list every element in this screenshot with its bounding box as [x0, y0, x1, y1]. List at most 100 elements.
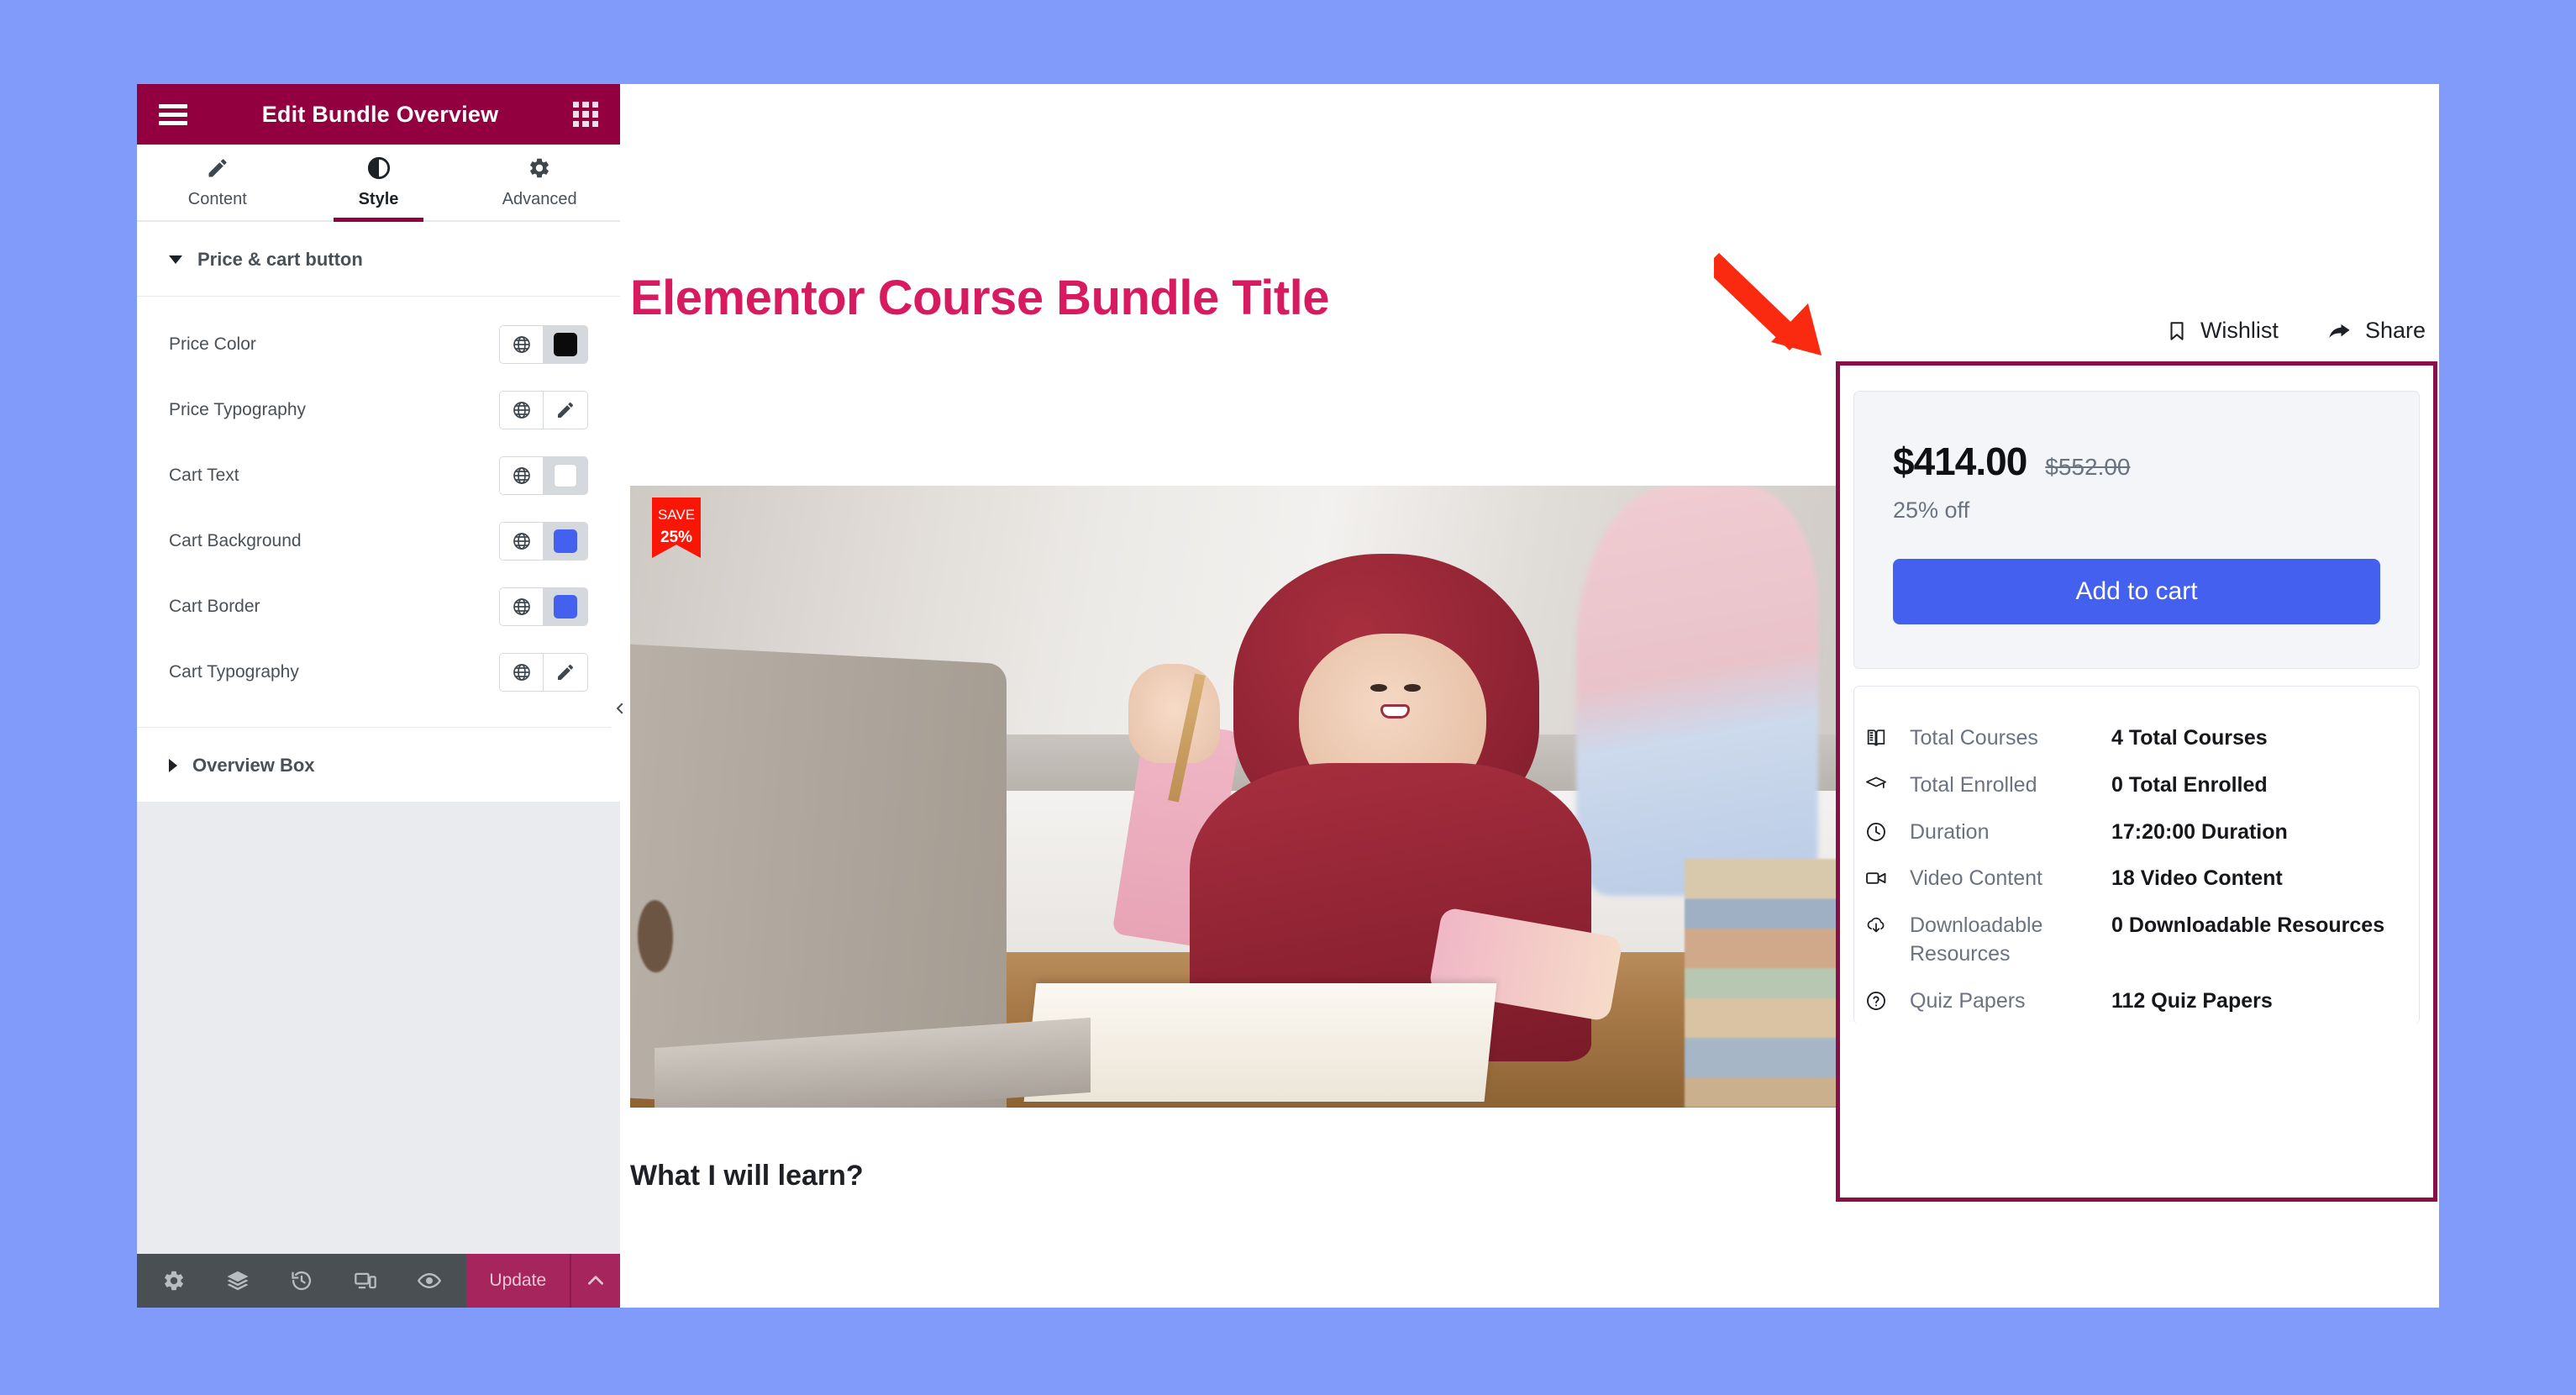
globe-icon[interactable] [500, 654, 544, 691]
discount-text: 25% off [1893, 497, 1970, 523]
video-camera-icon [1864, 865, 1910, 890]
tab-content-label: Content [187, 190, 247, 208]
control-row-price-typography: Price Typography [137, 377, 620, 443]
share-button[interactable]: Share [2326, 318, 2426, 344]
share-arrow-icon [2326, 318, 2353, 344]
control-widget [499, 653, 588, 692]
elementor-editor: Edit Bundle Overview Content Style Advan… [0, 0, 2576, 1395]
add-to-cart-button[interactable]: Add to cart [1893, 559, 2380, 624]
control-label: Cart Typography [169, 662, 299, 682]
share-label: Share [2364, 318, 2426, 343]
featured-image-photo [630, 486, 1843, 1108]
chevron-up-icon[interactable] [569, 1254, 620, 1308]
tab-advanced[interactable]: Advanced [459, 145, 620, 220]
meta-value: 0 Total Enrolled [2111, 772, 2268, 797]
page-title: Elementor Course Bundle Title [630, 271, 1330, 325]
control-widget [499, 325, 588, 364]
tab-advanced-label: Advanced [502, 190, 577, 208]
devices-icon[interactable] [334, 1254, 397, 1308]
gear-icon [528, 155, 551, 181]
tab-content[interactable]: Content [137, 145, 298, 220]
control-row-cart-background: Cart Background [137, 508, 620, 574]
meta-key: Total Enrolled [1910, 772, 2037, 797]
clock-icon [1864, 819, 1910, 844]
section-overview-box-label: Overview Box [192, 755, 315, 776]
control-row-price-color: Price Color [137, 312, 620, 377]
price-line: $414.00 $552.00 [1893, 439, 2380, 484]
open-book-icon [1864, 724, 1910, 750]
control-widget [499, 587, 588, 626]
globe-icon[interactable] [500, 326, 544, 363]
meta-row-video-content: Video Content 18 Video Content [1864, 855, 2409, 903]
pencil-edit-icon[interactable] [544, 392, 587, 429]
section-price-cart-button-label: Price & cart button [197, 249, 363, 270]
update-button[interactable]: Update [466, 1254, 570, 1308]
cloud-download-icon [1864, 912, 1910, 937]
control-label: Cart Text [169, 466, 239, 485]
gear-icon[interactable] [142, 1254, 206, 1308]
globe-icon[interactable] [500, 588, 544, 625]
color-swatch-cart-border[interactable] [544, 588, 587, 625]
contrast-icon [367, 155, 391, 181]
preview-canvas: Elementor Course Bundle Title Categories… [620, 84, 2439, 1308]
pencil-icon [206, 155, 229, 181]
tab-style-label: Style [358, 190, 399, 208]
panel-footer-toolbar: Update [137, 1254, 620, 1308]
globe-icon[interactable] [500, 457, 544, 494]
meta-value: 112 Quiz Papers [2111, 988, 2273, 1013]
wishlist-label: Wishlist [2200, 318, 2279, 343]
meta-key: Video Content [1910, 866, 2042, 891]
layers-icon[interactable] [206, 1254, 270, 1308]
chevron-right-icon [169, 759, 177, 772]
price-original: $552.00 [2045, 454, 2131, 480]
settings-panel: Edit Bundle Overview Content Style Advan… [137, 84, 620, 1308]
featured-image: SAVE 25% [630, 486, 1843, 1108]
color-swatch-cart-background[interactable] [544, 523, 587, 560]
control-widget [499, 391, 588, 429]
meta-key: Downloadable Resources [1910, 913, 2043, 966]
meta-key: Total Courses [1910, 726, 2038, 750]
control-label: Price Color [169, 334, 256, 354]
control-widget [499, 456, 588, 495]
wishlist-button[interactable]: Wishlist [2166, 318, 2279, 344]
meta-value: 4 Total Courses [2111, 726, 2268, 750]
bookmark-icon [2166, 318, 2188, 344]
color-swatch-cart-text[interactable] [544, 457, 587, 494]
meta-row-downloadable-resources: Downloadable Resources 0 Downloadable Re… [1864, 903, 2409, 978]
meta-value: 0 Downloadable Resources [2111, 913, 2385, 937]
hamburger-icon[interactable] [159, 103, 187, 125]
globe-icon[interactable] [500, 392, 544, 429]
grid-apps-icon[interactable] [573, 102, 598, 127]
section-overview-box[interactable]: Overview Box [137, 727, 620, 803]
control-label: Price Typography [169, 400, 307, 419]
meta-row-duration: Duration 17:20:00 Duration [1864, 809, 2409, 856]
price-current: $414.00 [1893, 440, 2027, 483]
history-clock-icon[interactable] [270, 1254, 334, 1308]
globe-icon[interactable] [500, 523, 544, 560]
meta-value: 18 Video Content [2111, 866, 2283, 891]
eye-icon[interactable] [397, 1254, 461, 1308]
control-label: Cart Background [169, 531, 302, 550]
pencil-edit-icon[interactable] [544, 654, 587, 691]
section-price-cart-button[interactable]: Price & cart button [137, 222, 620, 297]
save-badge-line1: SAVE [657, 507, 696, 523]
meta-row-total-courses: Total Courses 4 Total Courses [1864, 715, 2409, 762]
meta-row-quiz-papers: Quiz Papers 112 Quiz Papers [1864, 978, 2409, 1025]
price-and-cart-box: $414.00 $552.00 25% off Add to cart [1853, 391, 2420, 669]
panel-collapse-handle[interactable] [611, 676, 629, 740]
panel-header: Edit Bundle Overview [137, 84, 620, 145]
graduation-cap-icon [1864, 771, 1910, 797]
control-row-cart-text: Cart Text [137, 443, 620, 508]
footer-tools [137, 1254, 466, 1308]
meta-key: Duration [1910, 819, 1990, 844]
chevron-down-icon [169, 255, 182, 264]
panel-empty-area [137, 803, 620, 1254]
control-list: Price Color Price Typography Cart Text C… [137, 297, 620, 727]
overview-meta-list: Total Courses 4 Total Courses Total Enro… [1853, 686, 2420, 1025]
color-swatch-price-color[interactable] [544, 326, 587, 363]
tab-style[interactable]: Style [298, 145, 460, 222]
control-row-cart-typography: Cart Typography [137, 640, 620, 705]
section-heading-what-i-will-learn: What I will learn? [630, 1160, 864, 1192]
question-mark-icon [1864, 987, 1910, 1013]
panel-tabs: Content Style Advanced [137, 145, 620, 222]
